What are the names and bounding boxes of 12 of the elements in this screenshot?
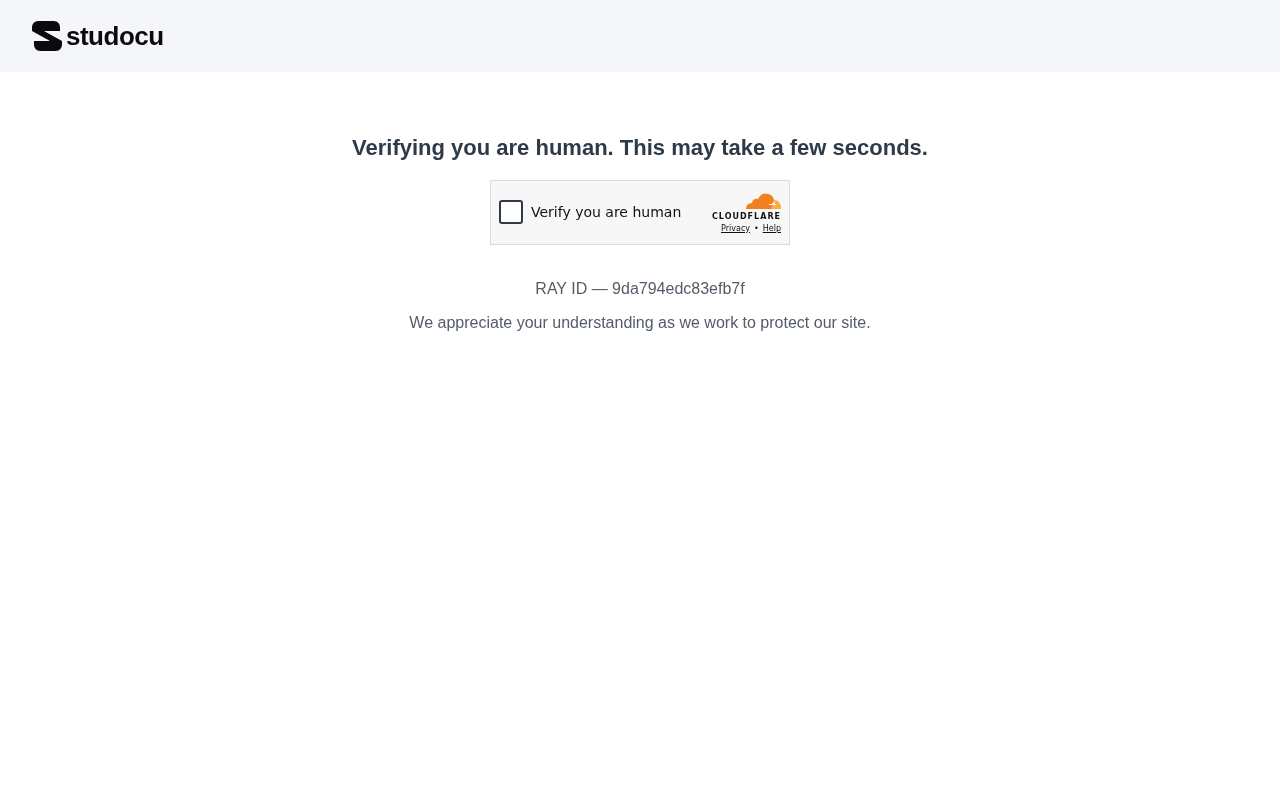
separator-dot: • [754, 224, 759, 233]
ray-id-text: RAY ID — 9da794edc83efb7f [535, 278, 745, 299]
logo-icon [32, 21, 62, 51]
footer-link[interactable]: Help [762, 224, 781, 233]
logo-wordmark: studocu [66, 23, 164, 49]
brand-wordmark: CLOUDFLARE [712, 212, 781, 221]
checkbox-label: Verify you are human [531, 202, 682, 222]
cloud-icon [745, 191, 781, 209]
page-heading: Verifying you are human. This may take a few seconds. [352, 134, 928, 162]
footer-link[interactable]: Privacy [721, 224, 751, 233]
checkbox[interactable] [499, 200, 523, 225]
message-text: We appreciate your understanding as we work to protect our site. [409, 312, 871, 333]
